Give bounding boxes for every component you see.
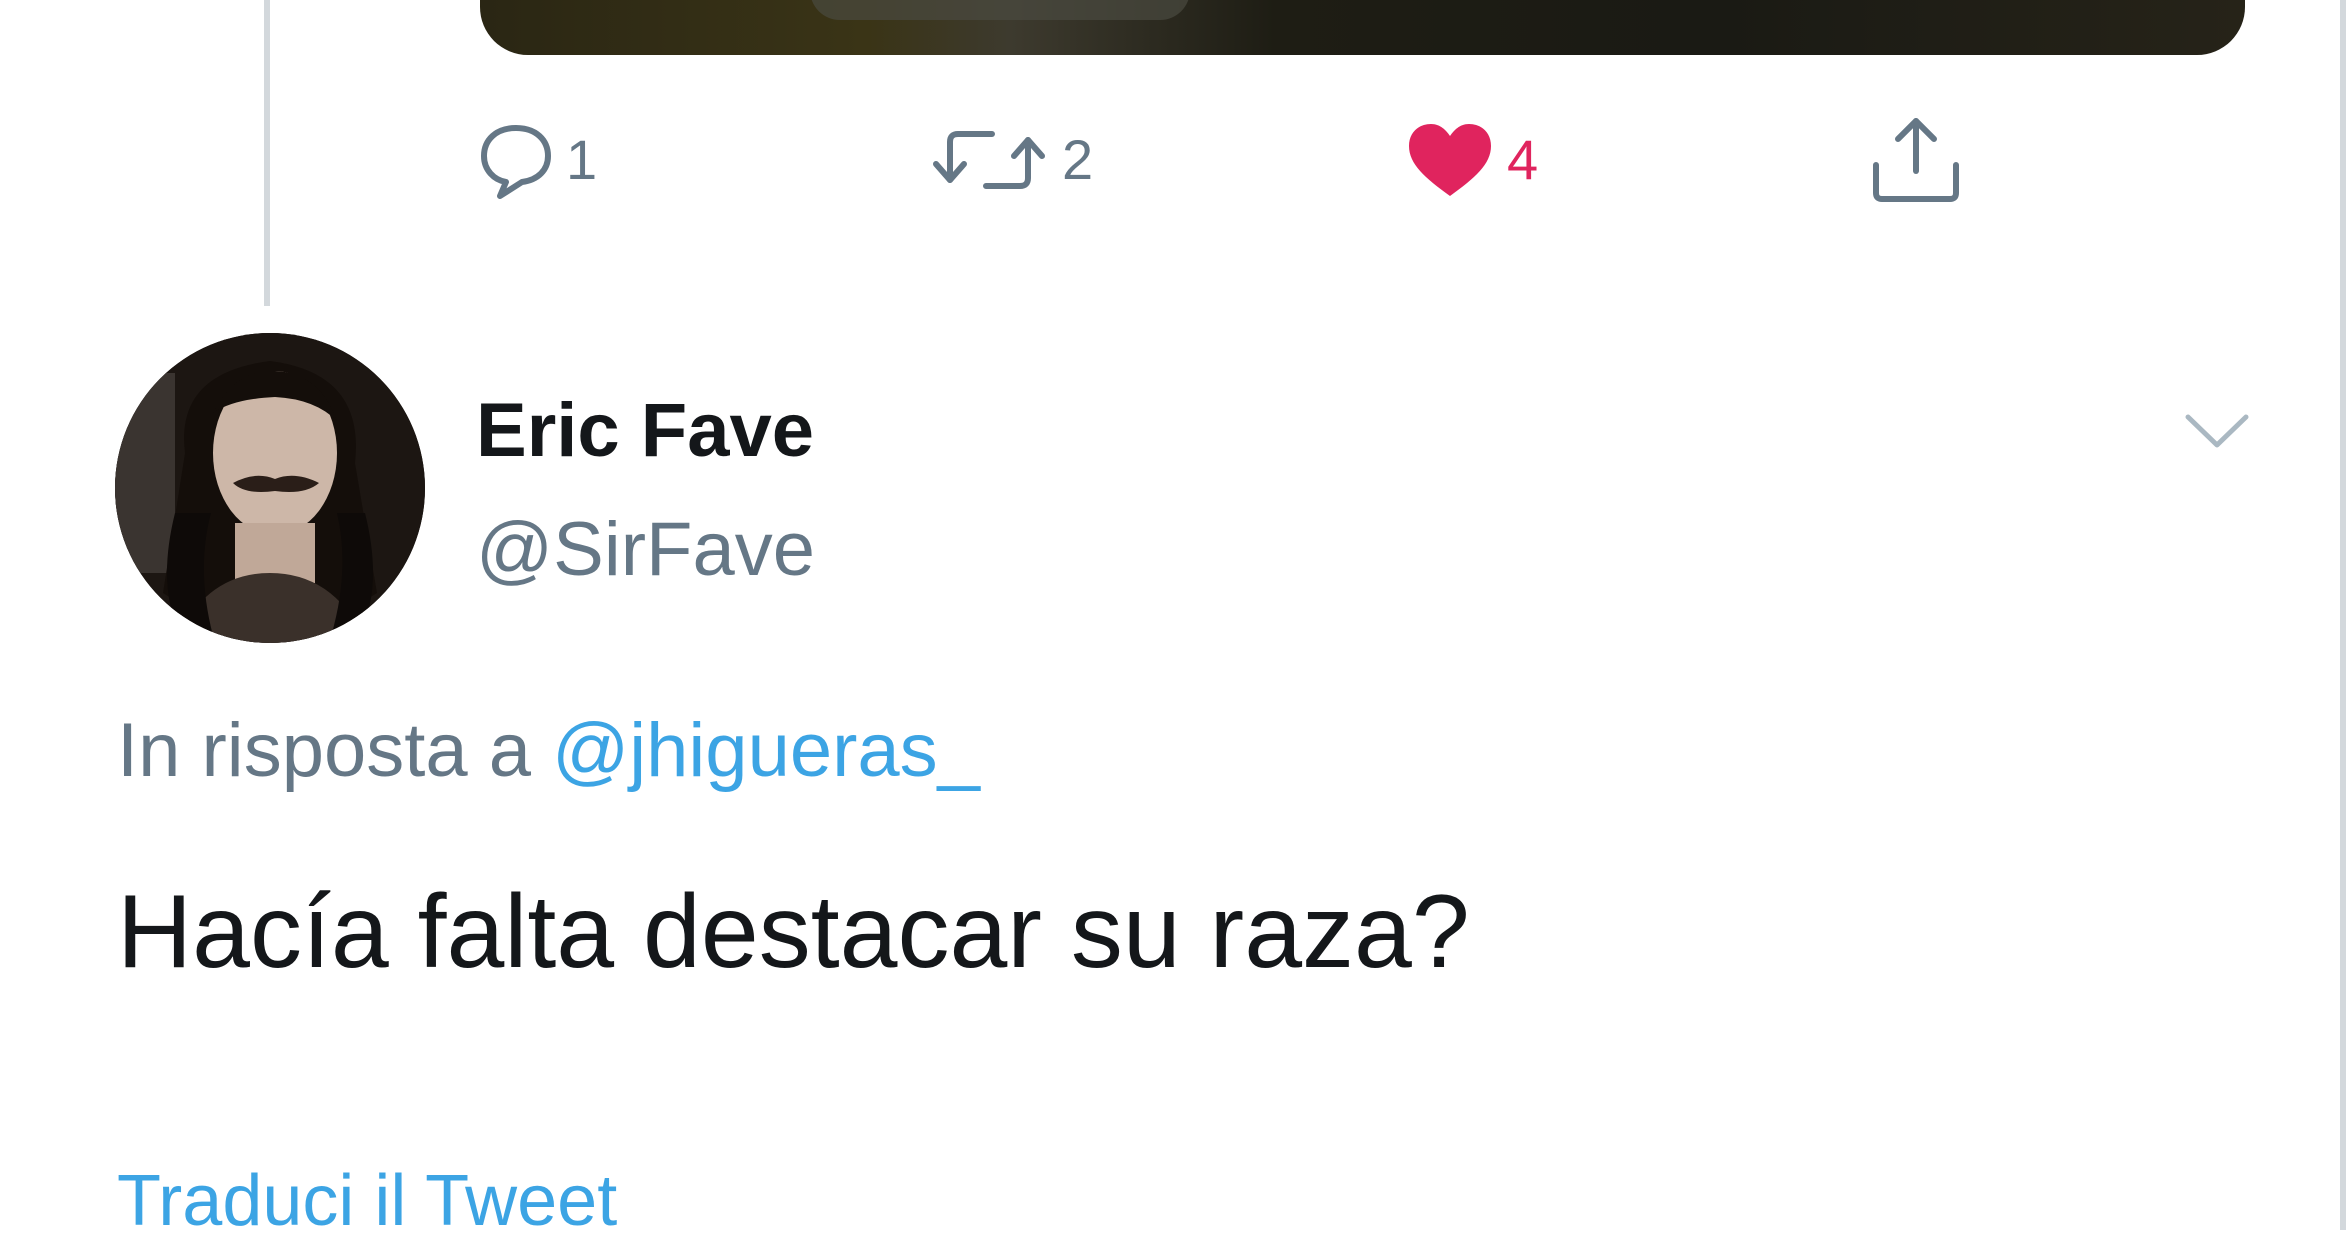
reply-icon [478,120,554,200]
share-button[interactable] [1868,110,1964,210]
retweet-count: 2 [1062,128,1094,191]
parent-tweet-media[interactable] [480,0,2245,55]
retweet-button[interactable]: 2 [930,110,1093,210]
author-display-name[interactable]: Eric Fave [476,393,814,469]
avatar[interactable] [115,333,425,643]
heart-icon [1405,120,1495,200]
share-icon [1868,115,1964,205]
parent-tweet-actions: 1 2 4 [0,110,2350,210]
reply-context-prefix: In risposta a [117,708,553,793]
reply-button[interactable]: 1 [478,110,597,210]
tweet-menu-button[interactable] [2182,405,2252,455]
like-button[interactable]: 4 [1405,110,1538,210]
chevron-down-icon [2182,414,2252,459]
like-count: 4 [1507,128,1539,191]
reply-mention-link[interactable]: @jhigueras_ [552,708,980,793]
author-handle[interactable]: @SirFave [476,512,815,588]
reply-context: In risposta a @jhigueras_ [117,713,980,789]
tweet-text: Hacía falta destacar su raza? [117,874,1470,990]
translate-tweet-link[interactable]: Traduci il Tweet [117,1165,617,1237]
retweet-icon [930,120,1050,200]
reply-count: 1 [566,128,598,191]
